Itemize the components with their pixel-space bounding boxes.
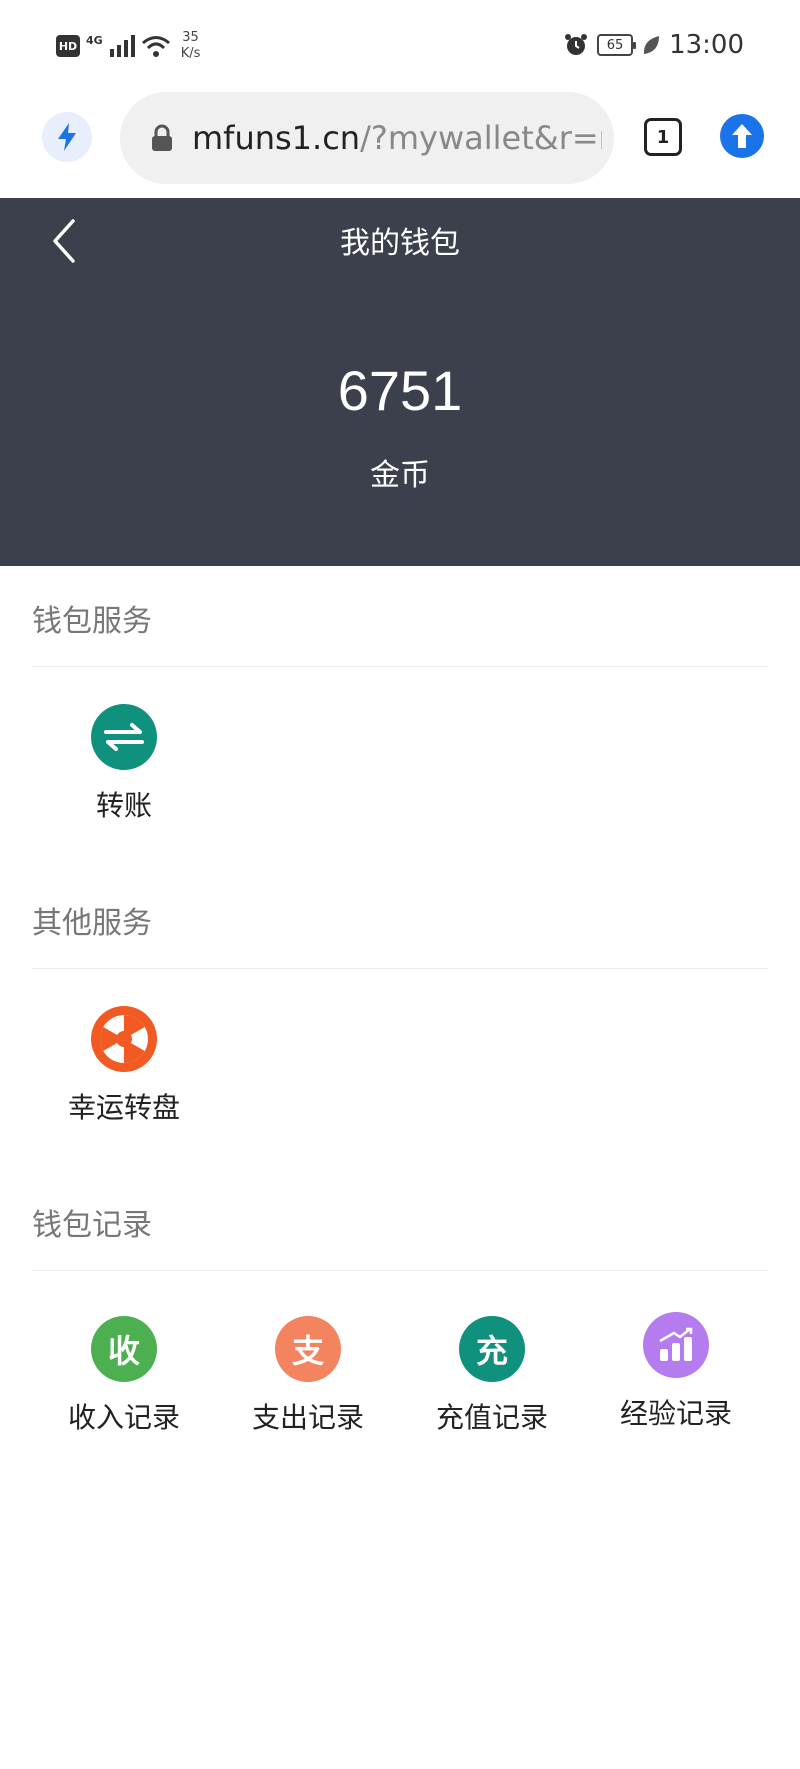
browser-toolbar: mfuns1.cn/?mywallet&r=ns 1	[0, 88, 800, 198]
quick-action-button[interactable]	[42, 112, 92, 162]
coin-unit: 金币	[370, 458, 430, 493]
tabs-button[interactable]: 1	[644, 118, 682, 156]
expense-record-label: 支出记录	[251, 1401, 364, 1434]
lucky-wheel-label: 幸运转盘	[67, 1091, 180, 1124]
income-record-label: 收入记录	[67, 1401, 180, 1434]
section-title-wallet-records: 钱包记录	[32, 1208, 152, 1243]
page-title: 我的钱包	[340, 226, 460, 261]
arrow-up-icon	[732, 124, 752, 148]
transfer-icon	[91, 704, 157, 770]
status-bar: HD 4G 35 K/s 65 13:00	[0, 0, 800, 88]
wallet-header: 我的钱包 6751 金币	[0, 198, 800, 566]
lightning-icon	[58, 123, 76, 151]
hd-badge: HD	[56, 35, 80, 57]
network-speed: 35 K/s	[180, 30, 201, 61]
coin-balance: 6751	[337, 359, 463, 422]
section-title-other-services: 其他服务	[32, 906, 152, 941]
address-bar[interactable]: mfuns1.cn/?mywallet&r=ns	[120, 92, 614, 184]
lucky-wheel-button[interactable]: 幸运转盘	[44, 1006, 204, 1126]
divider	[32, 968, 768, 969]
income-record-button[interactable]: 收 收入记录	[44, 1316, 204, 1436]
network-type: 4G	[86, 33, 103, 47]
expense-icon: 支	[275, 1316, 341, 1382]
transfer-button[interactable]: 转账	[44, 704, 204, 824]
income-icon: 收	[91, 1316, 157, 1382]
signal-icon	[109, 35, 135, 57]
divider	[32, 1270, 768, 1271]
experience-record-label: 经验记录	[619, 1397, 732, 1430]
lucky-wheel-icon	[91, 1006, 157, 1072]
upload-button[interactable]	[720, 114, 764, 158]
experience-record-button[interactable]: 经验记录	[596, 1312, 756, 1432]
divider	[32, 666, 768, 667]
bar-chart-icon	[643, 1312, 709, 1378]
recharge-record-label: 充值记录	[435, 1401, 548, 1434]
clock: 13:00	[669, 30, 744, 60]
alarm-icon	[565, 34, 588, 55]
battery-indicator: 65	[597, 34, 637, 56]
recharge-icon: 充	[459, 1316, 525, 1382]
url-text: mfuns1.cn/?mywallet&r=ns	[192, 119, 602, 157]
lock-icon	[152, 124, 172, 151]
section-title-wallet-services: 钱包服务	[32, 604, 152, 639]
recharge-record-button[interactable]: 充 充值记录	[412, 1316, 572, 1436]
transfer-label: 转账	[95, 789, 152, 822]
wifi-icon	[141, 36, 170, 57]
status-right: 65 13:00	[563, 30, 744, 60]
leaf-icon	[644, 36, 660, 54]
status-left: HD 4G 35 K/s	[56, 30, 200, 62]
expense-record-button[interactable]: 支 支出记录	[228, 1316, 388, 1436]
